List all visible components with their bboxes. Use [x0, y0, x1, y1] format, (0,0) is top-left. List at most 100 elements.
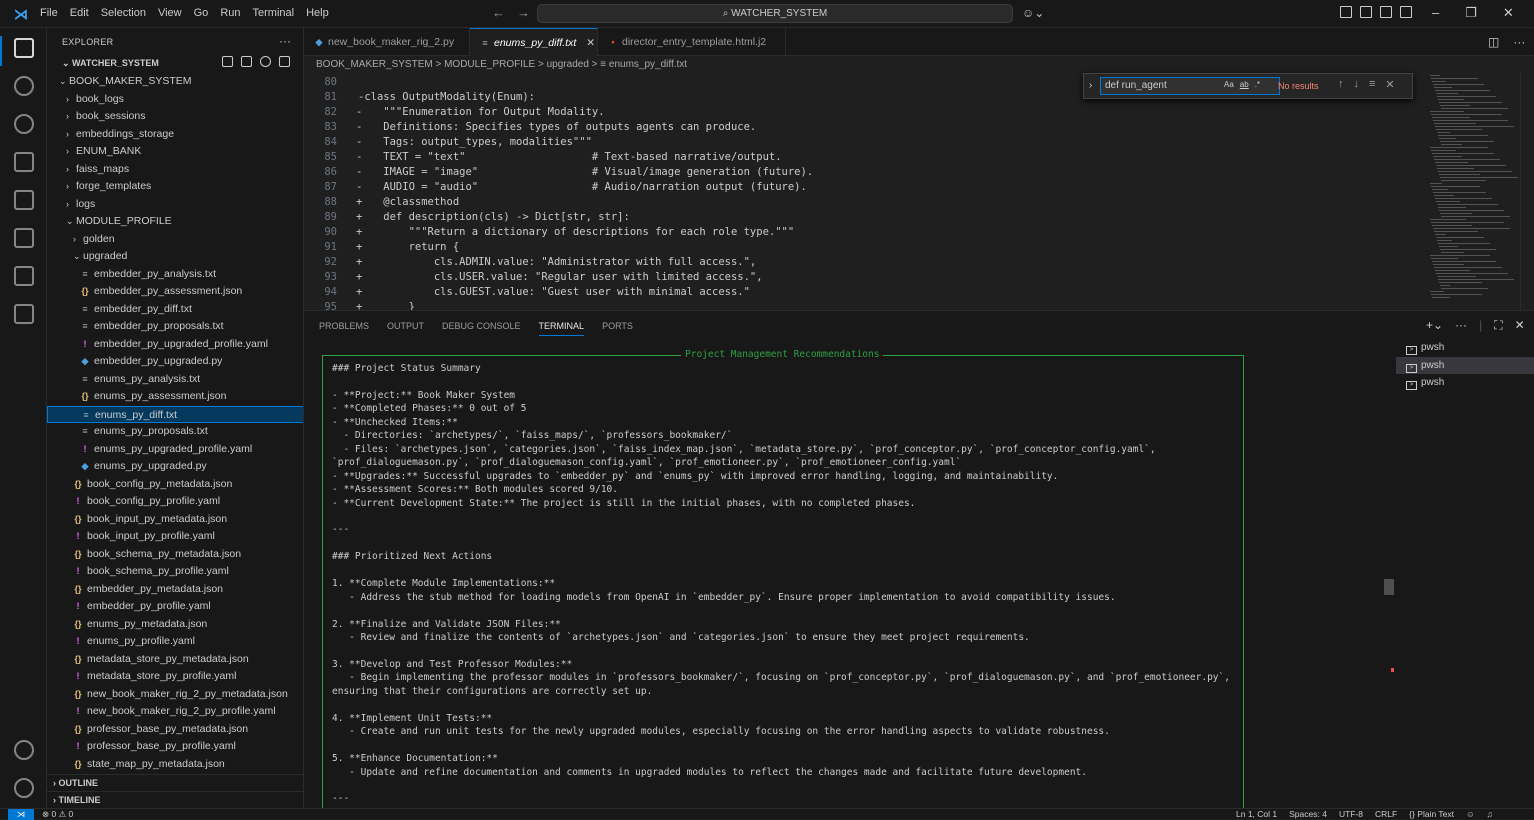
more-panel-actions-icon[interactable]: ···	[1455, 318, 1467, 333]
minimap[interactable]	[1424, 73, 1520, 310]
find-in-selection-icon[interactable]: ≡	[1369, 78, 1375, 91]
file-item[interactable]: ! embedder_py_profile.yaml	[47, 598, 303, 616]
new-terminal-icon[interactable]: +⌄	[1426, 318, 1443, 333]
menu-go[interactable]: Go	[194, 7, 209, 19]
split-editor-icon[interactable]: ◫	[1488, 35, 1499, 49]
folder-item[interactable]: › logs	[47, 196, 303, 214]
editor-scrollbar[interactable]	[1520, 73, 1532, 310]
file-item[interactable]: ≡ enums_py_diff.txt	[47, 405, 303, 423]
terminal-scrollbar-thumb[interactable]	[1384, 579, 1394, 595]
file-item[interactable]: {} enums_py_metadata.json	[47, 616, 303, 634]
containers-icon[interactable]	[14, 304, 34, 324]
cursor-position[interactable]: Ln 1, Col 1	[1236, 809, 1277, 820]
tab-problems[interactable]: PROBLEMS	[319, 321, 369, 336]
file-item[interactable]: ! new_book_maker_rig_2_py_profile.yaml	[47, 703, 303, 721]
close-window-icon[interactable]: ✕	[1503, 5, 1514, 21]
menu-help[interactable]: Help	[306, 7, 329, 19]
new-folder-icon[interactable]	[241, 56, 252, 67]
account-icon[interactable]	[14, 740, 34, 760]
file-item[interactable]: ! book_config_py_profile.yaml	[47, 493, 303, 511]
previous-match-icon[interactable]: ↑	[1338, 78, 1344, 91]
file-item[interactable]: ≡ embedder_py_proposals.txt	[47, 318, 303, 336]
settings-gear-icon[interactable]	[14, 778, 34, 798]
notifications-bell-icon[interactable]: ♫	[1487, 809, 1493, 820]
whole-word-toggle[interactable]: ab	[1240, 80, 1249, 89]
collapse-all-icon[interactable]	[279, 56, 290, 67]
copilot-status-icon[interactable]: ☺	[1466, 809, 1475, 820]
toggle-sidebar-icon[interactable]	[1360, 6, 1372, 18]
file-item[interactable]: {} embedder_py_assessment.json	[47, 283, 303, 301]
close-find-icon[interactable]: ✕	[1385, 78, 1394, 91]
folder-item[interactable]: ⌄ upgraded	[47, 248, 303, 266]
file-item[interactable]: {} book_schema_py_metadata.json	[47, 546, 303, 564]
remote-explorer-icon[interactable]	[14, 190, 34, 210]
breadcrumb[interactable]: BOOK_MAKER_SYSTEM > MODULE_PROFILE > upg…	[304, 56, 1424, 73]
customize-layout-icon[interactable]	[1340, 6, 1352, 18]
file-item[interactable]: ! professor_base_py_profile.yaml	[47, 738, 303, 756]
file-item[interactable]: ! book_schema_py_profile.yaml	[47, 563, 303, 581]
next-match-icon[interactable]: ↓	[1354, 78, 1360, 91]
menu-selection[interactable]: Selection	[101, 7, 146, 19]
source-control-icon[interactable]	[14, 114, 34, 134]
tab-output[interactable]: OUTPUT	[387, 321, 424, 336]
file-item[interactable]: {} embedder_py_metadata.json	[47, 581, 303, 599]
file-item[interactable]: ≡ embedder_py_analysis.txt	[47, 266, 303, 284]
file-item[interactable]: ! metadata_store_py_profile.yaml	[47, 668, 303, 686]
timeline-section[interactable]: › TIMELINE	[47, 791, 303, 808]
refresh-icon[interactable]	[260, 56, 271, 67]
indentation[interactable]: Spaces: 4	[1289, 809, 1327, 820]
code-editor[interactable]: 80 81 -class OutputModality(Enum): 82- """E…	[304, 73, 1424, 310]
file-item[interactable]: {} metadata_store_py_metadata.json	[47, 651, 303, 669]
more-actions-icon[interactable]: ···	[279, 34, 291, 48]
minimize-icon[interactable]: –	[1432, 5, 1439, 21]
terminal-item[interactable]: > pwsh	[1396, 356, 1534, 374]
outline-section[interactable]: › OUTLINE	[47, 774, 303, 791]
file-item[interactable]: {} enums_py_assessment.json	[47, 388, 303, 406]
restore-icon[interactable]: ❐	[1465, 5, 1477, 21]
toggle-replace-icon[interactable]: ›	[1089, 80, 1092, 91]
tab-director-entry-template[interactable]: ▪ director_entry_template.html.j2	[598, 28, 786, 56]
toggle-secondary-sidebar-icon[interactable]	[1400, 6, 1412, 18]
problems-status[interactable]: ⊗ 0 ⚠ 0	[42, 809, 73, 820]
menu-edit[interactable]: Edit	[70, 7, 89, 19]
new-file-icon[interactable]	[222, 56, 233, 67]
language-mode[interactable]: {} Plain Text	[1409, 809, 1454, 820]
folder-item[interactable]: › faiss_maps	[47, 161, 303, 179]
forward-arrow-icon[interactable]: →	[517, 5, 530, 20]
encoding[interactable]: UTF-8	[1339, 809, 1363, 820]
maximize-panel-icon[interactable]: ⛶	[1494, 318, 1502, 333]
file-item[interactable]: ◆ enums_py_upgraded.py	[47, 458, 303, 476]
folder-item[interactable]: ⌄ MODULE_PROFILE	[47, 213, 303, 231]
file-item[interactable]: {} new_book_maker_rig_2_py_metadata.json	[47, 686, 303, 704]
folder-item[interactable]: › ENUM_BANK	[47, 143, 303, 161]
command-center-search[interactable]: ⌕ WATCHER_SYSTEM	[537, 4, 1013, 23]
file-item[interactable]: {} state_map_py_metadata.json	[47, 756, 303, 774]
line-ending[interactable]: CRLF	[1375, 809, 1397, 820]
copilot-icon[interactable]: ☺⌄	[1022, 6, 1044, 20]
folder-item[interactable]: › book_sessions	[47, 108, 303, 126]
file-item[interactable]: ! enums_py_upgraded_profile.yaml	[47, 441, 303, 459]
file-item[interactable]: ! book_input_py_profile.yaml	[47, 528, 303, 546]
close-panel-icon[interactable]: ✕	[1515, 318, 1525, 333]
tab-terminal[interactable]: TERMINAL	[538, 321, 585, 336]
tab-ports[interactable]: PORTS	[602, 321, 633, 336]
file-item[interactable]: ≡ enums_py_proposals.txt	[47, 423, 303, 441]
explorer-icon[interactable]	[14, 38, 34, 58]
file-item[interactable]: ≡ enums_py_analysis.txt	[47, 371, 303, 389]
menu-run[interactable]: Run	[220, 7, 240, 19]
terminal-item[interactable]: > pwsh	[1396, 374, 1534, 392]
regex-toggle[interactable]: .*	[1255, 80, 1260, 89]
file-item[interactable]: {} book_config_py_metadata.json	[47, 476, 303, 494]
folder-item[interactable]: › forge_templates	[47, 178, 303, 196]
close-tab-icon[interactable]: ✕	[586, 37, 595, 49]
file-item[interactable]: ◆ embedder_py_upgraded.py	[47, 353, 303, 371]
file-item[interactable]: {} book_input_py_metadata.json	[47, 511, 303, 529]
folder-item[interactable]: › golden	[47, 231, 303, 249]
folder-item[interactable]: › embeddings_storage	[47, 126, 303, 144]
tab-new-book-maker-rig[interactable]: ◆ new_book_maker_rig_2.py	[304, 28, 470, 56]
file-item[interactable]: ! embedder_py_upgraded_profile.yaml	[47, 336, 303, 354]
more-editor-actions-icon[interactable]: ···	[1513, 35, 1525, 49]
file-item[interactable]: ! enums_py_profile.yaml	[47, 633, 303, 651]
back-arrow-icon[interactable]: ←	[492, 5, 505, 20]
terminal-item[interactable]: > pwsh	[1396, 339, 1534, 357]
